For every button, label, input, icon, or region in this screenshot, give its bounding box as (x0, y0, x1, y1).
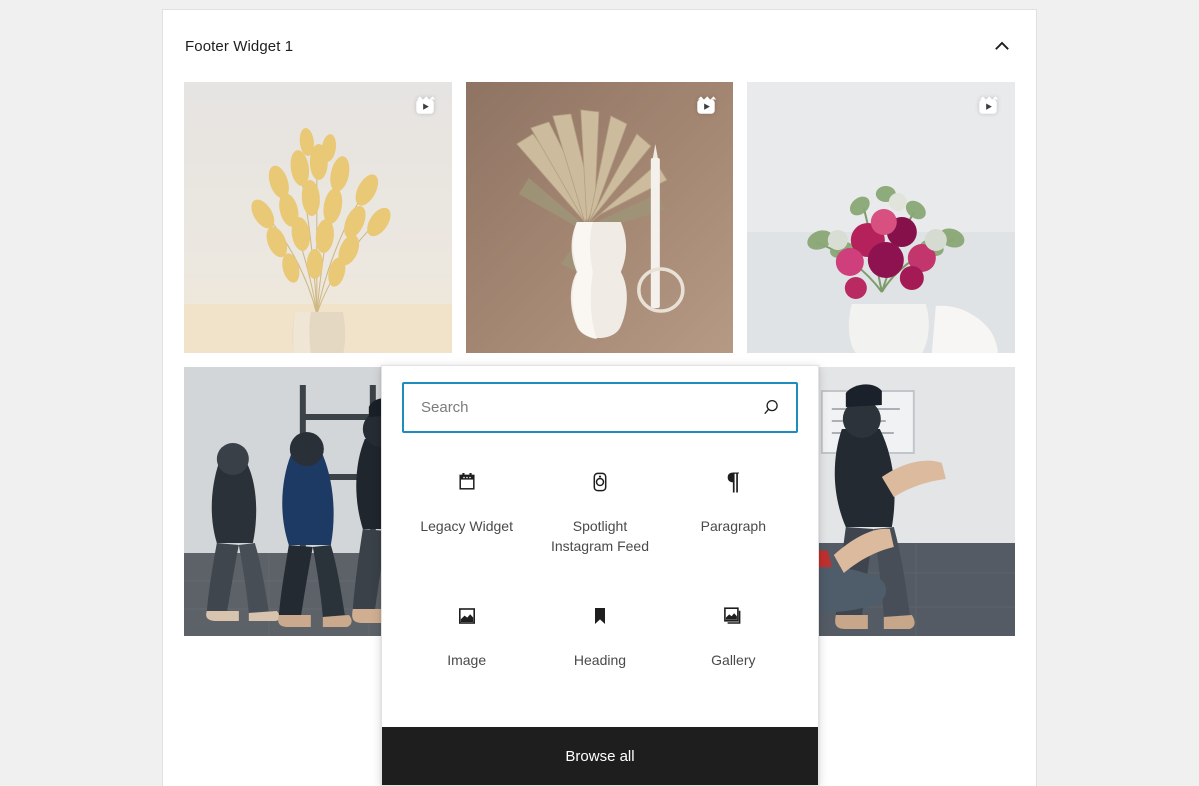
block-item-legacy-widget[interactable]: Legacy Widget (400, 455, 533, 589)
block-item-label: Spotlight Instagram Feed (550, 518, 650, 554)
block-item-label: Heading (573, 652, 627, 668)
block-item-spotlight-instagram-feed[interactable]: Spotlight Instagram Feed (533, 455, 666, 589)
collapse-toggle-button[interactable] (984, 28, 1020, 64)
reel-icon (695, 94, 717, 116)
reel-icon (414, 94, 436, 116)
block-item-paragraph[interactable]: ¶ Paragraph (667, 455, 800, 589)
pilcrow-glyph: ¶ (726, 468, 741, 495)
paragraph-icon: ¶ (720, 469, 746, 495)
block-item-label: Paragraph (700, 518, 767, 534)
image-icon (454, 603, 480, 629)
heading-icon (587, 603, 613, 629)
block-inserter-popover: Legacy Widget Spotlight Instagram Feed ¶… (381, 365, 819, 786)
gallery-icon (720, 603, 746, 629)
block-item-label: Image (447, 652, 487, 668)
instagram-tile-image (465, 82, 734, 353)
inserter-search-area (382, 366, 818, 433)
block-item-heading[interactable]: Heading (533, 589, 666, 723)
legacy-widget-icon (454, 469, 480, 495)
reel-icon (977, 94, 999, 116)
block-item-gallery[interactable]: Gallery (667, 589, 800, 723)
widget-panel-header: Footer Widget 1 (163, 10, 1036, 82)
instagram-tile-image (747, 82, 1015, 353)
chevron-up-icon (990, 34, 1014, 58)
block-item-image[interactable]: Image (400, 589, 533, 723)
instagram-tile[interactable] (184, 82, 452, 353)
browse-all-button[interactable]: Browse all (382, 727, 818, 785)
block-type-grid: Legacy Widget Spotlight Instagram Feed ¶… (382, 433, 818, 727)
block-item-label: Legacy Widget (420, 518, 513, 534)
widget-panel-title: Footer Widget 1 (185, 37, 294, 55)
instagram-tile[interactable] (465, 82, 734, 353)
search-input[interactable] (404, 384, 796, 431)
instagram-icon (587, 469, 613, 495)
instagram-tile-image (184, 82, 452, 353)
instagram-tile[interactable] (747, 82, 1015, 353)
block-item-label: Gallery (711, 652, 756, 668)
search-field-wrapper[interactable] (402, 382, 798, 433)
